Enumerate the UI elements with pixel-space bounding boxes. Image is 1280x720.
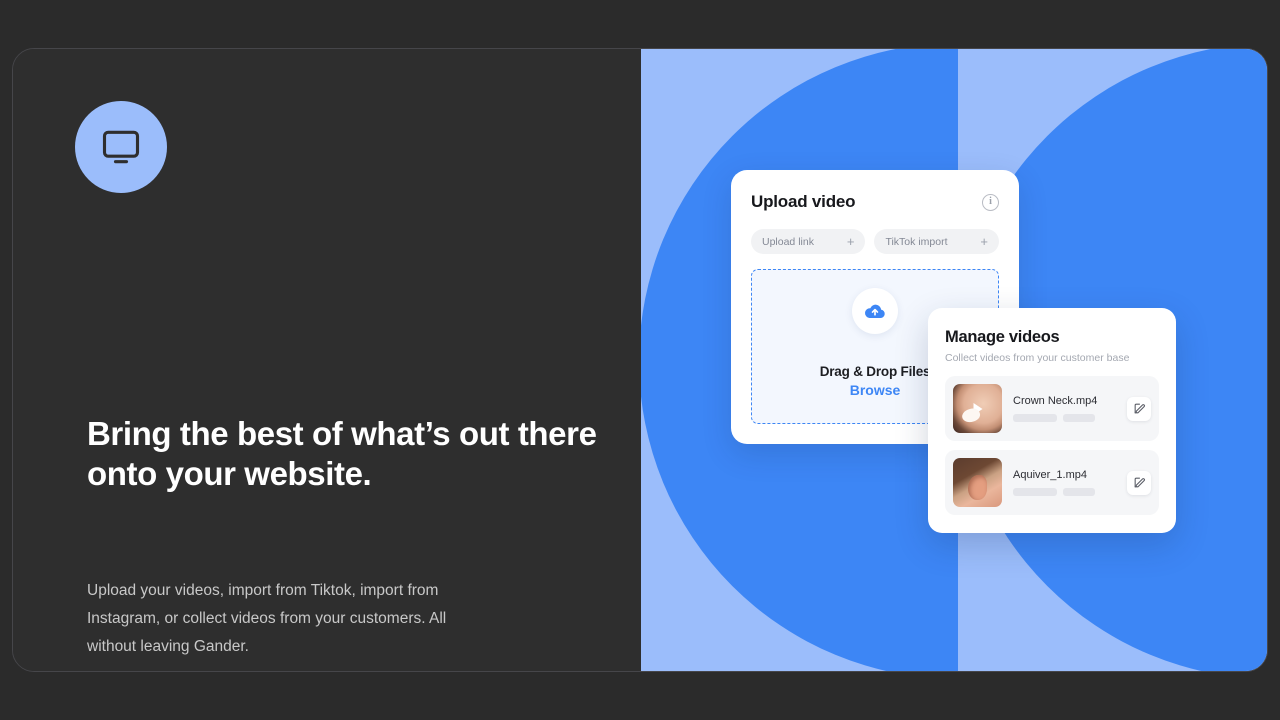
edit-icon[interactable] bbox=[1127, 470, 1151, 495]
placeholder-bar bbox=[1063, 488, 1095, 496]
info-icon[interactable]: i bbox=[982, 193, 999, 211]
upload-card-header: Upload video i bbox=[751, 192, 999, 212]
manage-videos-subtitle: Collect videos from your customer base bbox=[945, 352, 1130, 364]
video-placeholder-bars bbox=[1013, 488, 1127, 496]
plus-icon: + bbox=[846, 234, 855, 249]
browse-button[interactable]: Browse bbox=[850, 382, 901, 398]
upload-source-pills: Upload link + TikTok import + bbox=[751, 229, 999, 254]
play-icon bbox=[973, 476, 982, 489]
tiktok-import-button[interactable]: TikTok import + bbox=[874, 229, 999, 254]
video-meta: Aquiver_1.mp4 bbox=[1002, 469, 1127, 496]
list-item[interactable]: Crown Neck.mp4 bbox=[945, 376, 1159, 441]
video-filename: Crown Neck.mp4 bbox=[1013, 395, 1098, 407]
upload-card-title: Upload video bbox=[751, 192, 856, 211]
video-thumbnail[interactable] bbox=[953, 384, 1002, 433]
list-item[interactable]: Aquiver_1.mp4 bbox=[945, 450, 1159, 515]
video-placeholder-bars bbox=[1013, 414, 1127, 422]
hero-description: Upload your videos, import from Tiktok, … bbox=[87, 582, 447, 655]
video-meta: Crown Neck.mp4 bbox=[1002, 395, 1127, 422]
hero-art-panel: Upload video i Upload link + TikTok impo… bbox=[641, 49, 1267, 671]
video-filename: Aquiver_1.mp4 bbox=[1013, 469, 1087, 481]
manage-videos-card: Manage videos Collect videos from your c… bbox=[928, 308, 1176, 533]
plus-icon: + bbox=[980, 234, 988, 249]
tiktok-import-label: TikTok import bbox=[885, 235, 948, 248]
dropzone-label: Drag & Drop Files bbox=[819, 363, 931, 379]
play-icon bbox=[973, 402, 982, 415]
upload-link-button[interactable]: Upload link + bbox=[751, 229, 866, 254]
cloud-upload-icon bbox=[852, 287, 898, 334]
placeholder-bar bbox=[1013, 414, 1057, 422]
video-thumbnail[interactable] bbox=[953, 458, 1002, 507]
hero-left-panel: Bring the best of what’s out there onto … bbox=[13, 49, 641, 671]
placeholder-bar bbox=[1013, 488, 1057, 496]
hero-container: Bring the best of what’s out there onto … bbox=[12, 48, 1268, 672]
screenshot-root: Bring the best of what’s out there onto … bbox=[0, 0, 1280, 720]
upload-link-label: Upload link bbox=[762, 235, 814, 248]
monitor-icon bbox=[75, 101, 167, 193]
page-title: Bring the best of what’s out there onto … bbox=[87, 415, 597, 492]
edit-icon[interactable] bbox=[1127, 396, 1151, 421]
placeholder-bar bbox=[1063, 414, 1095, 422]
manage-videos-title: Manage videos bbox=[945, 328, 1060, 346]
